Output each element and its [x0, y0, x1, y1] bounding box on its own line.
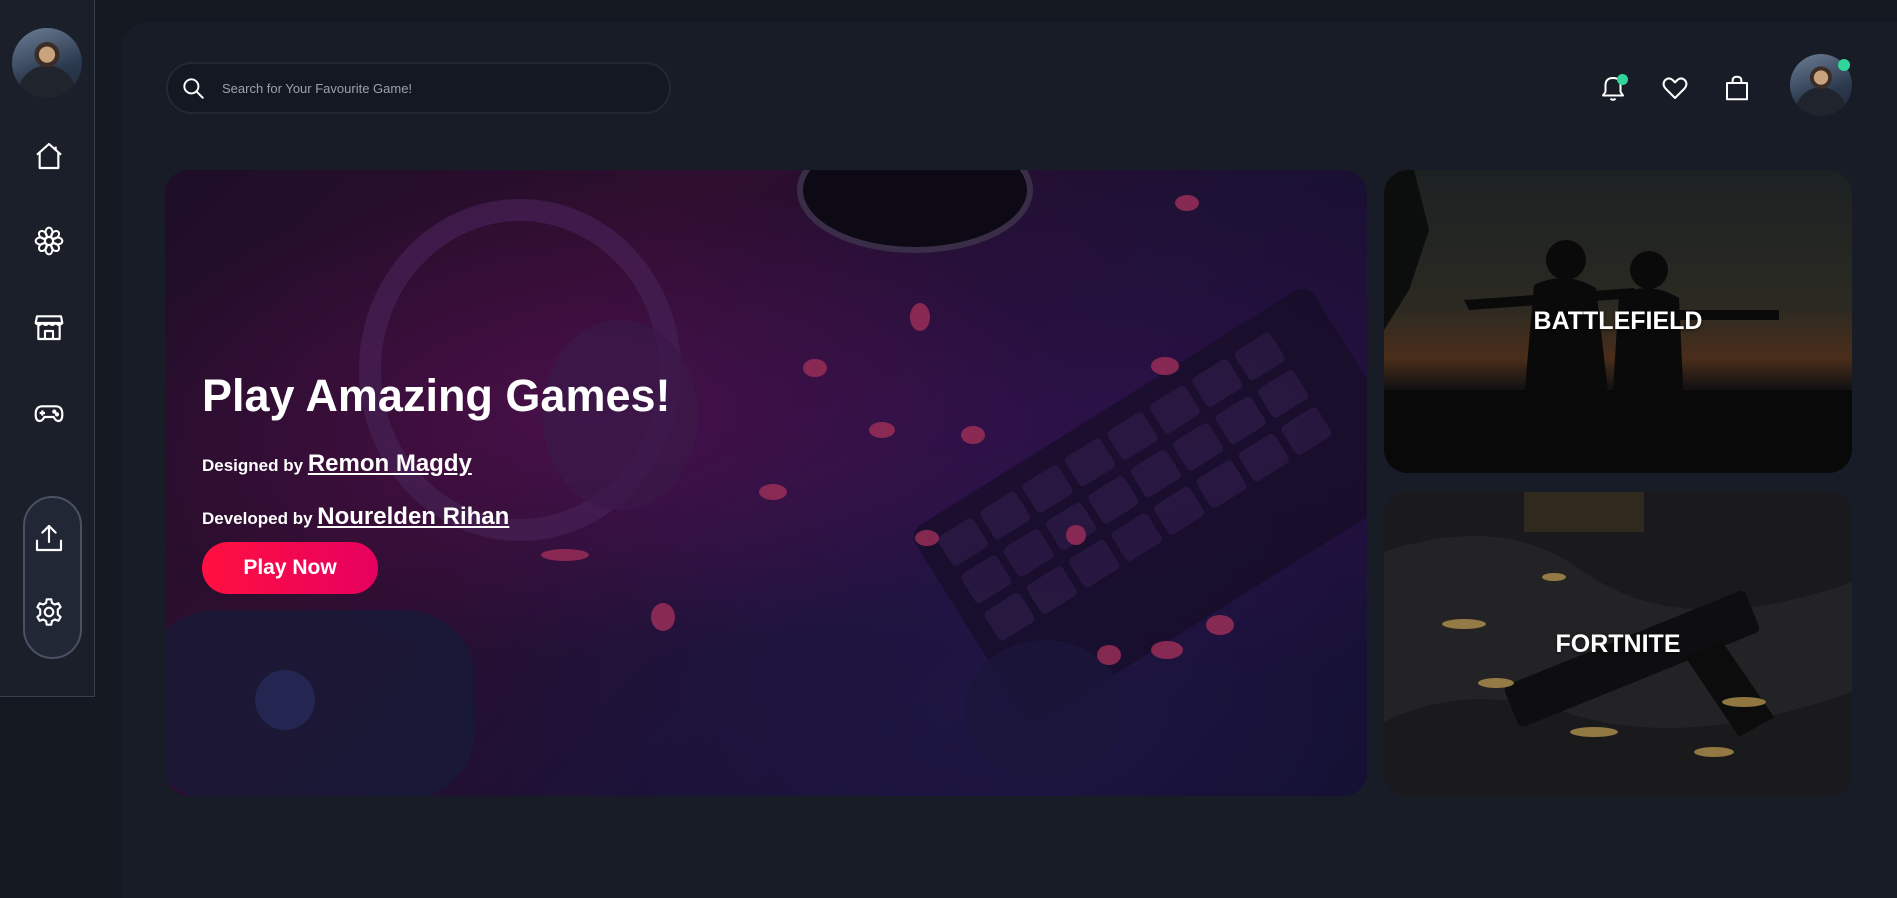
designed-by-label: Designed by [202, 456, 304, 475]
sidebar-actions [23, 496, 82, 659]
search-input[interactable] [220, 79, 650, 97]
card-fortnite[interactable]: FORTNITE [1384, 492, 1852, 796]
play-now-button[interactable]: Play Now [202, 542, 378, 594]
designer-link[interactable]: Remon Magdy [308, 450, 472, 477]
notification-dot [1617, 74, 1628, 85]
sidebar [0, 0, 95, 697]
bell-icon[interactable] [1597, 70, 1629, 106]
sidebar-avatar[interactable] [12, 28, 82, 98]
shopping-bag-icon[interactable] [1721, 70, 1753, 106]
designer-credit: Designed by Remon Magdy [202, 450, 472, 478]
gamepad-icon[interactable] [33, 397, 65, 429]
settings-icon[interactable] [33, 596, 65, 628]
developed-by-label: Developed by [202, 509, 313, 528]
hero-background-image [165, 170, 1367, 796]
heart-icon[interactable] [1659, 70, 1691, 106]
developer-credit: Developed by Nourelden Rihan [202, 503, 509, 531]
upload-icon[interactable] [33, 522, 65, 554]
store-icon[interactable] [33, 311, 65, 343]
online-status-dot [1838, 59, 1850, 71]
flower-icon[interactable] [33, 225, 65, 257]
hero-title: Play Amazing Games! [202, 370, 671, 421]
home-icon[interactable] [33, 140, 65, 172]
hero-banner: Play Amazing Games! Designed by Remon Ma… [165, 170, 1367, 796]
search-bar[interactable] [166, 62, 671, 114]
user-avatar[interactable] [1790, 54, 1852, 116]
card-title-fortnite: FORTNITE [1555, 629, 1681, 658]
search-icon[interactable] [180, 75, 206, 101]
card-title-battlefield: BATTLEFIELD [1533, 307, 1703, 335]
main-panel: Play Amazing Games! Designed by Remon Ma… [121, 22, 1897, 898]
developer-link[interactable]: Nourelden Rihan [317, 503, 509, 530]
card-battlefield[interactable]: BATTLEFIELD [1384, 170, 1852, 473]
